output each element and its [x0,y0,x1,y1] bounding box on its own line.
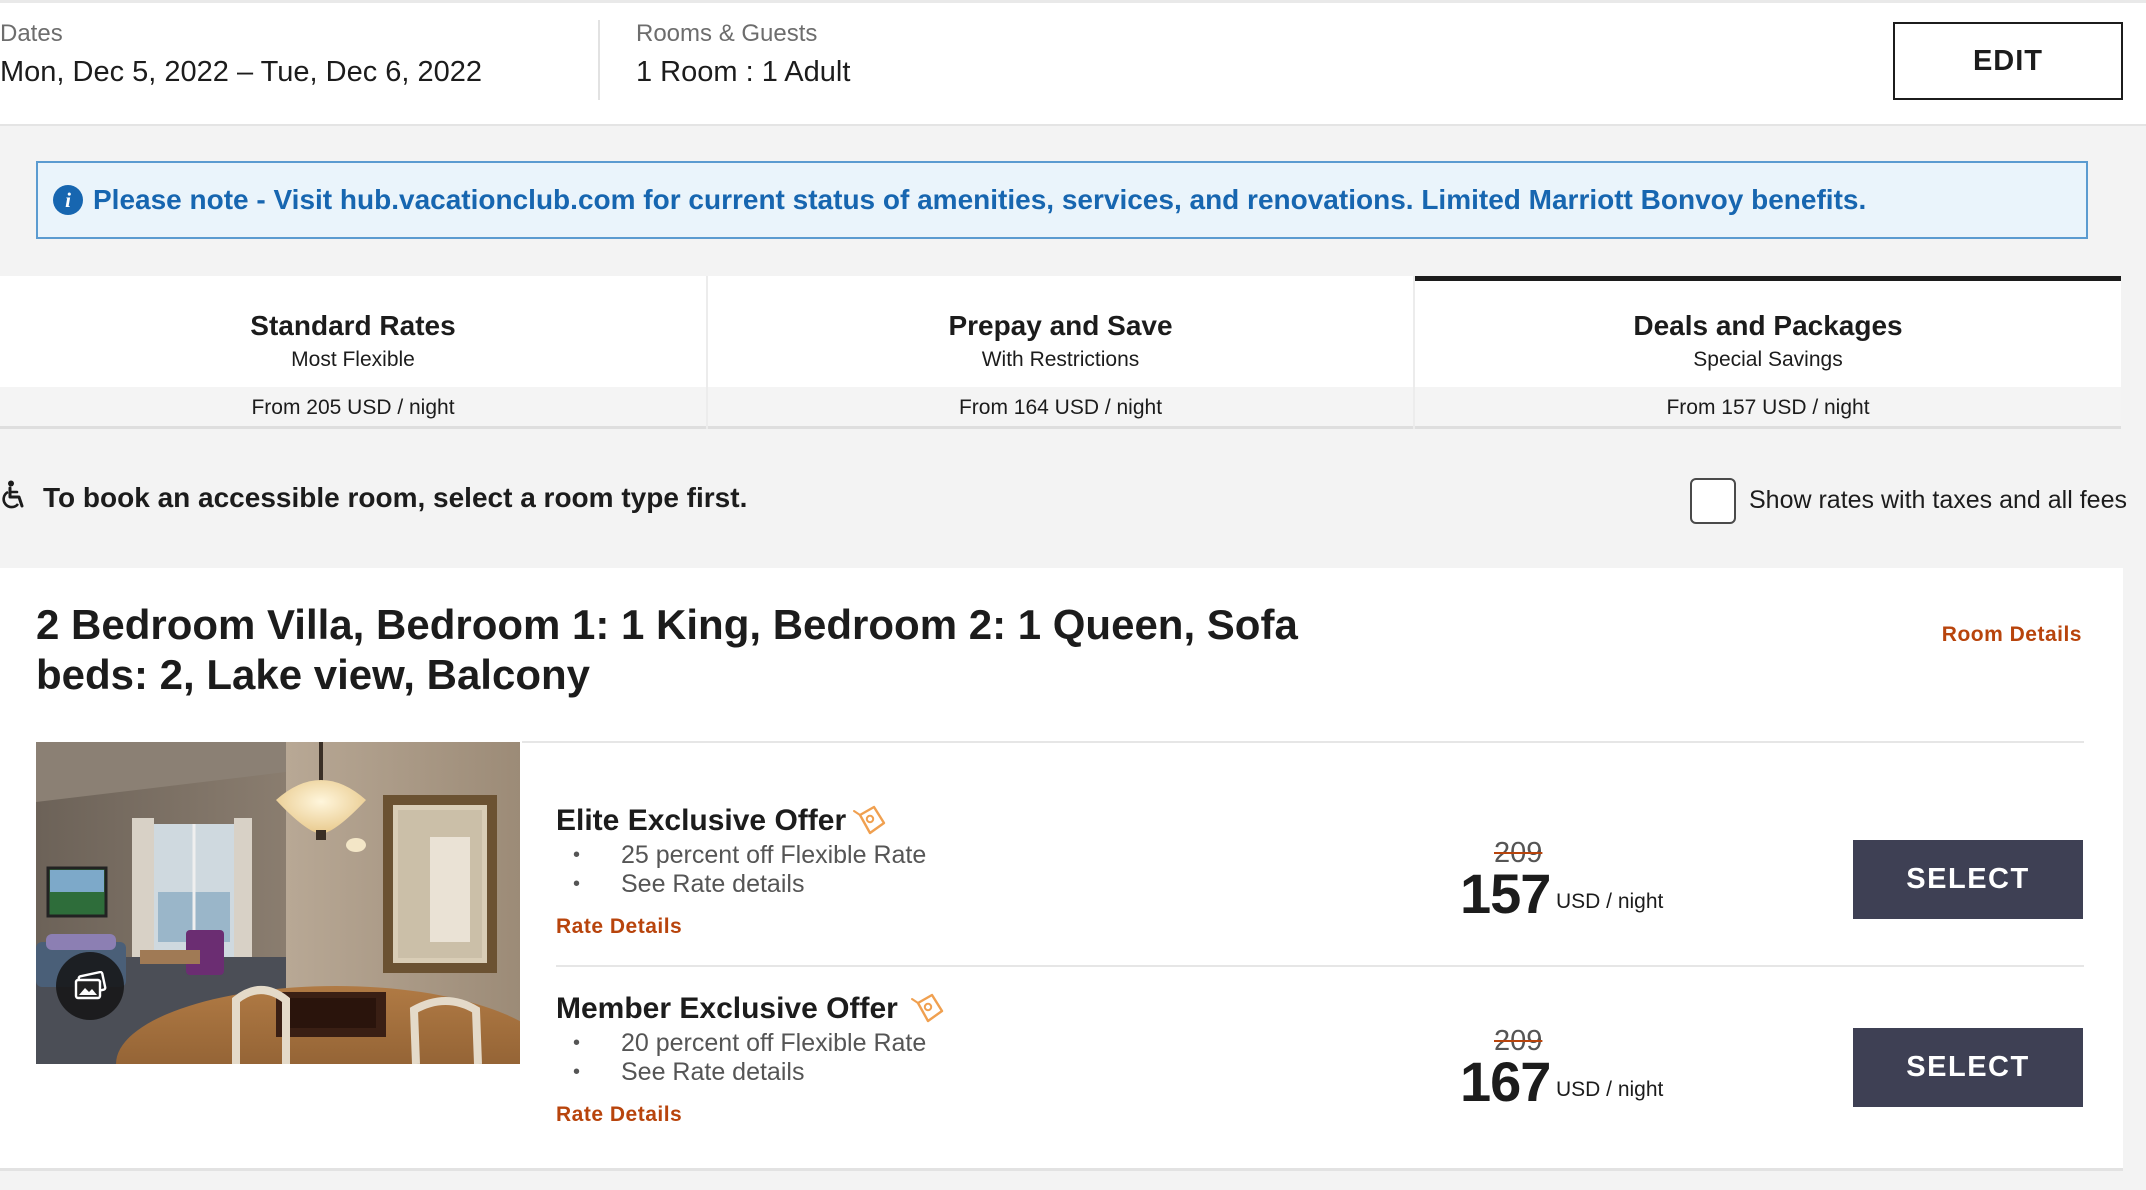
gallery-icon [74,971,107,1000]
summary-divider [598,20,600,100]
wheelchair-icon [2,480,24,509]
list-item: See Rate details [556,870,926,899]
search-summary-bar: Dates Mon, Dec 5, 2022 – Tue, Dec 6, 202… [0,0,2146,126]
tab-price: From 205 USD / night [0,387,706,429]
offer-title: Elite Exclusive Offer [556,804,847,837]
tab-title: Deals and Packages [1633,310,1903,341]
room-title: 2 Bedroom Villa, Bedroom 1: 1 King, Bedr… [36,601,1298,698]
tab-subtitle: With Restrictions [981,348,1140,371]
rooms-guests-value: 1 Room : 1 Adult [636,56,851,88]
tab-title: Prepay and Save [948,310,1173,341]
list-item: 25 percent off Flexible Rate [556,841,926,870]
room-card-divider [522,741,2084,743]
tab-subtitle: Most Flexible [291,348,415,371]
offer-divider [556,965,2084,967]
offer-bullets: 20 percent off Flexible Rate See Rate de… [556,1029,926,1087]
accessibility-row: To book an accessible room, select a roo… [0,470,2127,526]
select-rate-button[interactable]: SELECT [1853,1028,2083,1107]
rooms-guests-label: Rooms & Guests [636,20,818,47]
price-unit: USD / night [1556,890,1664,913]
dates-label: Dates [0,20,63,47]
discount-tag-icon [853,805,886,835]
offer-title: Member Exclusive Offer [556,992,898,1025]
taxes-fees-checkbox[interactable] [1690,478,1736,524]
offer-bullets: 25 percent off Flexible Rate See Rate de… [556,841,926,899]
rate-details-link[interactable]: Rate Details [556,915,682,939]
rooms-guests-summary[interactable]: Rooms & Guests 1 Room : 1 Adult [636,0,1336,124]
tab-price: From 157 USD / night [1415,387,2121,429]
accessible-room-hint: To book an accessible room, select a roo… [43,482,748,513]
dates-value: Mon, Dec 5, 2022 – Tue, Dec 6, 2022 [0,56,483,88]
tab-prepay-and-save[interactable]: Prepay and Save With Restrictions From 1… [708,276,1413,429]
discount-tag-icon [911,993,944,1023]
room-card: 2 Bedroom Villa, Bedroom 1: 1 King, Bedr… [0,568,2123,1171]
list-item: See Rate details [556,1058,926,1087]
room-details-link[interactable]: Room Details [1942,623,2082,647]
taxes-fees-label[interactable]: Show rates with taxes and all fees [1749,486,2127,515]
select-rate-button[interactable]: SELECT [1853,840,2083,919]
rate-type-tabs: Standard Rates Most Flexible From 205 US… [0,276,2121,429]
photo-gallery-button[interactable] [56,952,124,1020]
dates-summary[interactable]: Dates Mon, Dec 5, 2022 – Tue, Dec 6, 202… [0,0,598,124]
edit-search-button[interactable]: EDIT [1893,22,2123,100]
rate-details-link[interactable]: Rate Details [556,1103,682,1127]
notice-text: Please note - Visit hub.vacationclub.com… [93,184,1867,215]
tab-subtitle: Special Savings [1693,348,1843,371]
tab-title: Standard Rates [250,310,456,341]
price-unit: USD / night [1556,1078,1664,1101]
tab-deals-and-packages[interactable]: Deals and Packages Special Savings From … [1415,276,2121,429]
notice-banner: i Please note - Visit hub.vacationclub.c… [36,161,2088,239]
room-photo[interactable] [36,742,520,1064]
rate-offer: Elite Exclusive Offer 25 percent off Fle… [556,804,2083,984]
list-item: 20 percent off Flexible Rate [556,1029,926,1058]
info-icon: i [53,185,83,215]
rates-page: Dates Mon, Dec 5, 2022 – Tue, Dec 6, 202… [0,0,2146,1190]
tab-price: From 164 USD / night [708,387,1413,429]
offer-price: 167 [1460,1050,1551,1113]
rate-offer: Member Exclusive Offer 20 percent off Fl… [556,992,2083,1172]
tab-standard-rates[interactable]: Standard Rates Most Flexible From 205 US… [0,276,706,429]
room-photo-illustration [36,742,520,1064]
offer-price: 157 [1460,862,1551,925]
